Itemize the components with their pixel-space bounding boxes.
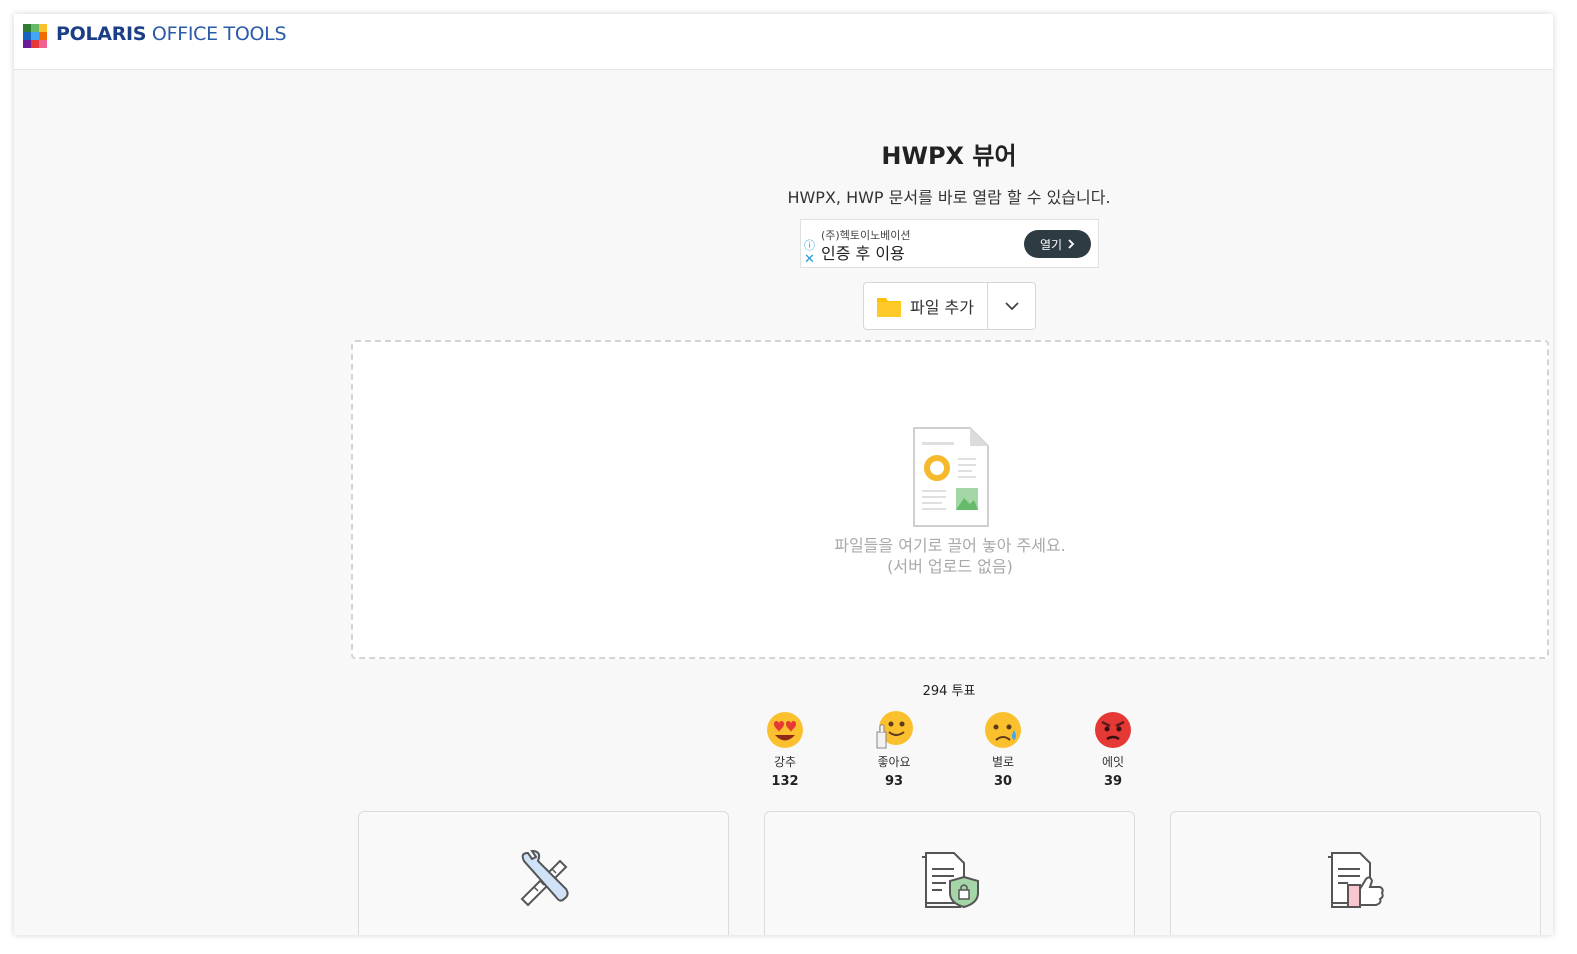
reaction-label: 강추 [773, 755, 797, 769]
drop-hint-note: (서버 업로드 없음) [887, 557, 1013, 576]
thumbs-up-emoji-icon [876, 711, 913, 749]
reaction-like[interactable]: 좋아요 93 [849, 710, 939, 789]
reaction-angry[interactable]: 에잇 39 [1068, 710, 1158, 789]
folder-icon [877, 298, 901, 317]
file-drop-zone[interactable]: 파일들을 여기로 끌어 놓아 주세요. (서버 업로드 없음) [351, 340, 1549, 659]
ad-open-label: 열기 [1039, 237, 1063, 252]
brand-name-light: OFFICE TOOLS [146, 23, 287, 45]
polaris-logo-icon[interactable] [23, 24, 47, 48]
ad-close-icon[interactable]: ✕ [804, 252, 815, 267]
brand-name[interactable]: POLARIS OFFICE TOOLS [56, 23, 287, 45]
reaction-count: 93 [884, 774, 904, 789]
browser-frame: POLARIS OFFICE TOOLS HWPX 뷰어 HWPX, HWP 문… [14, 14, 1553, 935]
reaction-count: 39 [1103, 774, 1123, 789]
document-lock-icon [922, 852, 979, 909]
document-preview-icon [913, 427, 989, 527]
reaction-count: 30 [993, 774, 1013, 789]
page-subtitle: HWPX, HWP 문서를 바로 열람 할 수 있습니다. [787, 188, 1111, 207]
reaction-label: 좋아요 [877, 755, 911, 769]
chevron-right-icon [1068, 239, 1075, 249]
ad-open-button[interactable]: 열기 [1024, 230, 1091, 258]
brand-name-bold: POLARIS [56, 23, 147, 45]
tool-card[interactable] [358, 811, 729, 935]
add-file-dropdown-button[interactable] [988, 283, 1035, 329]
reaction-count: 132 [771, 774, 799, 789]
heart-eyes-emoji-icon [767, 712, 803, 748]
document-thumbs-up-icon [1328, 852, 1384, 908]
chevron-down-icon [1004, 302, 1019, 311]
wrench-ruler-icon [520, 849, 569, 907]
reaction-meh[interactable]: 별로 30 [958, 710, 1048, 789]
vote-total: 294 투표 [922, 684, 976, 699]
ad-info-icon[interactable]: ⓘ [804, 237, 815, 253]
add-file-button-group: 파일 추가 [863, 282, 1036, 330]
reaction-label: 별로 [991, 755, 1015, 769]
site-header: POLARIS OFFICE TOOLS [14, 14, 1553, 70]
ad-headline: 인증 후 이용 [821, 244, 905, 263]
reaction-label: 에잇 [1101, 755, 1125, 769]
sad-emoji-icon [985, 712, 1021, 748]
tool-card[interactable] [1170, 811, 1541, 935]
reaction-love[interactable]: 강추 132 [740, 710, 830, 789]
ad-banner[interactable]: ⓘ ✕ (주)헥토이노베이션 인증 후 이용 열기 [800, 219, 1099, 268]
add-file-label: 파일 추가 [910, 298, 974, 317]
angry-emoji-icon [1095, 712, 1131, 748]
page-title: HWPX 뷰어 [881, 142, 1017, 170]
tool-card[interactable] [764, 811, 1135, 935]
add-file-button[interactable]: 파일 추가 [864, 283, 988, 329]
